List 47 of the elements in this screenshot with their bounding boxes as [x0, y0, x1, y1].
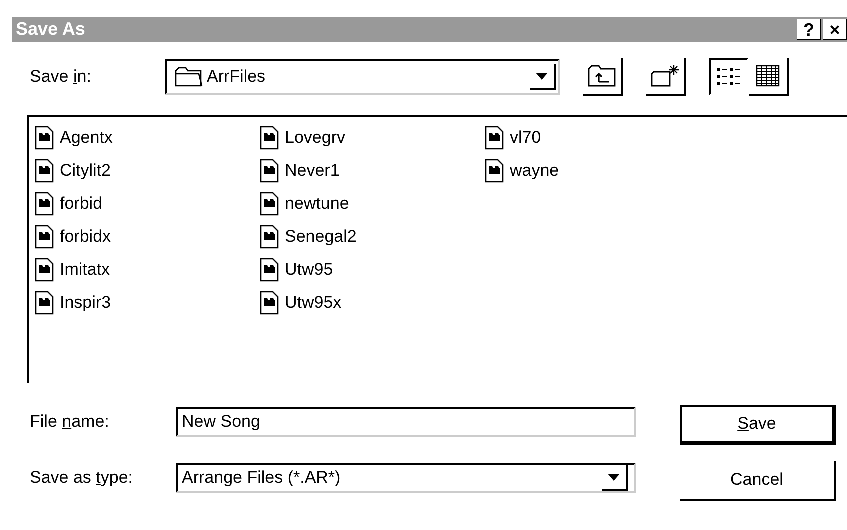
document-icon: [260, 224, 280, 248]
document-icon: [35, 192, 55, 216]
file-item[interactable]: newtune: [260, 187, 485, 220]
document-icon: [260, 192, 280, 216]
document-icon: [485, 158, 505, 182]
caret-icon: [608, 474, 620, 480]
file-name-label: File name:: [30, 412, 110, 432]
file-item[interactable]: Senegal2: [260, 220, 485, 253]
document-icon: [35, 158, 55, 182]
file-item[interactable]: Utw95: [260, 253, 485, 286]
document-icon: [35, 224, 55, 248]
save-button[interactable]: Save: [680, 405, 836, 445]
document-icon: [485, 126, 505, 150]
save-as-type-dropdown[interactable]: Arrange Files (*.AR*): [176, 463, 636, 493]
document-icon: [35, 126, 55, 150]
new-folder-icon: [650, 64, 680, 88]
file-item[interactable]: Lovegrv: [260, 121, 485, 154]
file-item[interactable]: Imitatx: [35, 253, 260, 286]
up-folder-icon: [587, 64, 617, 88]
file-item[interactable]: Never1: [260, 154, 485, 187]
caret-icon: [536, 72, 548, 80]
document-icon: [260, 126, 280, 150]
document-icon: [35, 258, 55, 282]
save-in-label: Save in:: [30, 67, 92, 87]
dropdown-button[interactable]: [530, 64, 556, 90]
document-icon: [260, 258, 280, 282]
file-name-field[interactable]: New Song: [176, 407, 636, 437]
file-item[interactable]: Citylit2: [35, 154, 260, 187]
document-icon: [260, 290, 280, 314]
help-button[interactable]: ?: [797, 19, 821, 40]
document-icon: [260, 158, 280, 182]
save-in-dropdown[interactable]: ArrFiles: [165, 59, 560, 95]
file-item[interactable]: forbid: [35, 187, 260, 220]
close-button[interactable]: ×: [823, 19, 847, 40]
file-item[interactable]: Agentx: [35, 121, 260, 154]
cancel-button[interactable]: Cancel: [680, 461, 836, 501]
folder-icon: [175, 67, 203, 87]
folder-name: ArrFiles: [207, 67, 267, 87]
window-title: Save As: [16, 19, 86, 40]
file-item[interactable]: wayne: [485, 154, 710, 187]
save-as-type-label: Save as type:: [30, 468, 134, 488]
file-item[interactable]: forbidx: [35, 220, 260, 253]
file-item[interactable]: vl70: [485, 121, 710, 154]
file-item[interactable]: Utw95x: [260, 286, 485, 319]
file-item[interactable]: Inspir3: [35, 286, 260, 319]
document-icon: [35, 290, 55, 314]
dropdown-button[interactable]: [602, 465, 628, 491]
